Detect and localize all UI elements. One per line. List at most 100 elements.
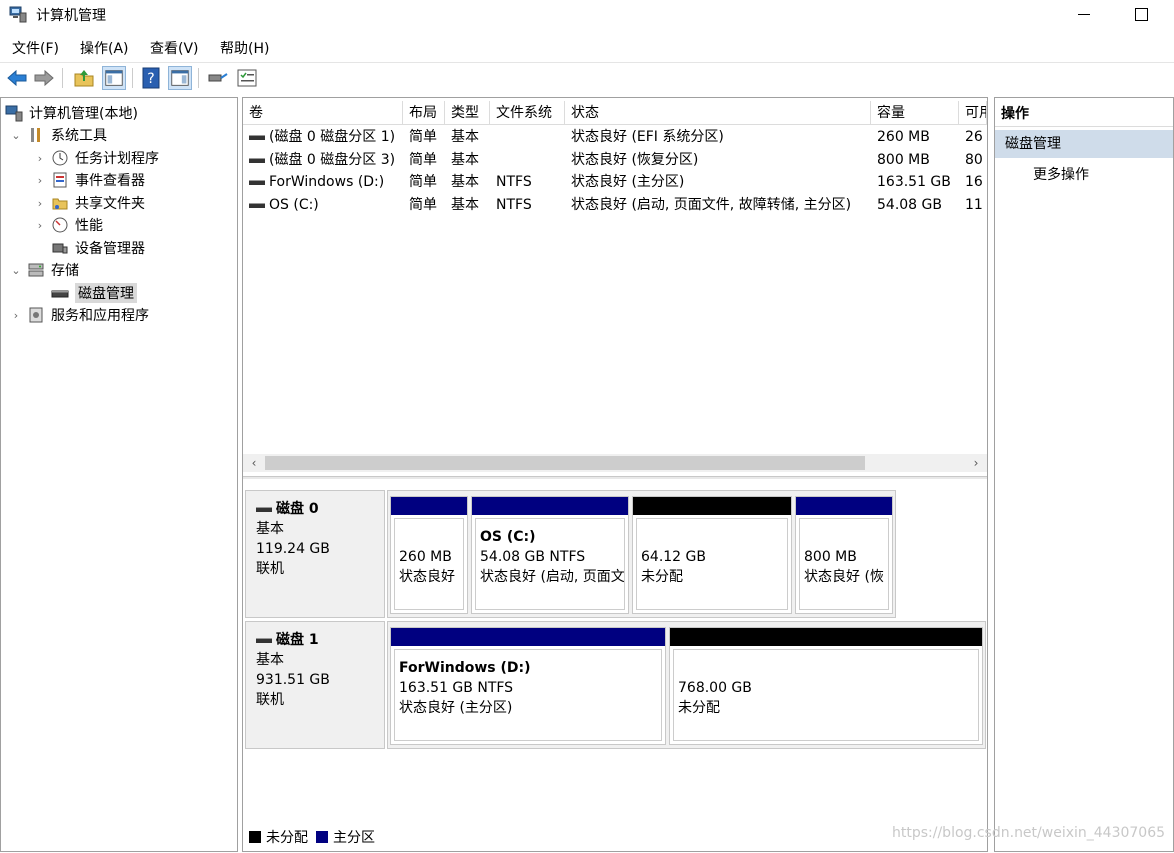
show-hide-tree-icon[interactable] [102, 66, 126, 90]
disk-management-pane: 卷 布局 类型 文件系统 状态 容量 可用 (磁盘 0 磁盘分区 1) 简单 基… [242, 97, 988, 852]
disk-size: 119.24 GB [256, 541, 330, 557]
menu-bar: 文件(F) 操作(A) 查看(V) 帮助(H) [0, 36, 1174, 58]
column-header-free[interactable]: 可用 [959, 101, 987, 125]
volume-row[interactable]: (磁盘 0 磁盘分区 3) 简单 基本 状态良好 (恢复分区) 800 MB 8… [243, 149, 987, 171]
capacity-cell: 260 MB [877, 129, 930, 145]
actions-section-disk-management[interactable]: 磁盘管理 [995, 130, 1173, 158]
chevron-down-icon[interactable]: ⌄ [9, 264, 23, 277]
partition-block[interactable]: 768.00 GB 未分配 [669, 627, 983, 745]
column-header-layout[interactable]: 布局 [403, 101, 445, 125]
tree-item-performance[interactable]: › 性能 [33, 214, 103, 236]
help-icon[interactable]: ? [139, 66, 163, 90]
window-title: 计算机管理 [36, 8, 106, 24]
menu-action[interactable]: 操作(A) [80, 38, 129, 58]
chevron-right-icon[interactable]: › [33, 197, 47, 210]
minimize-button[interactable] [1062, 0, 1108, 30]
tree-item-task-scheduler[interactable]: › 任务计划程序 [33, 147, 159, 169]
partition-block[interactable]: ForWindows (D:) 163.51 GB NTFS 状态良好 (主分区… [390, 627, 666, 745]
partition-bar [391, 628, 665, 646]
legend-label-primary: 主分区 [333, 830, 375, 846]
clock-icon [52, 150, 68, 166]
chevron-right-icon[interactable]: › [33, 219, 47, 232]
disk-state: 联机 [256, 561, 284, 577]
scroll-left-icon[interactable]: ‹ [245, 454, 263, 472]
scroll-right-icon[interactable]: › [967, 454, 985, 472]
tree-item-services-apps[interactable]: › 服务和应用程序 [9, 304, 149, 326]
filesystem-cell [490, 126, 565, 148]
up-folder-icon[interactable] [72, 66, 96, 90]
performance-gauge-icon [52, 217, 68, 233]
disk-name: 磁盘 1 [276, 632, 319, 648]
filesystem-cell [490, 149, 565, 171]
capacity-cell: 54.08 GB [877, 197, 942, 213]
filesystem-cell: NTFS [496, 197, 532, 213]
type-cell: 基本 [451, 197, 479, 213]
properties-icon[interactable] [235, 66, 259, 90]
type-cell: 基本 [451, 129, 479, 145]
free-cell: 16 [965, 174, 983, 190]
volume-row[interactable]: ForWindows (D:) 简单 基本 NTFS 状态良好 (主分区) 16… [243, 171, 987, 193]
menu-help[interactable]: 帮助(H) [220, 38, 269, 58]
chevron-right-icon[interactable]: › [9, 309, 23, 322]
partition-bar [472, 497, 628, 515]
partition-block[interactable]: 260 MB 状态良好 [390, 496, 468, 614]
toolbar: ? [0, 62, 1174, 92]
disk-0-partitions: 260 MB 状态良好 OS (C:) 54.08 GB NTFS 状态良好 (… [387, 490, 896, 618]
type-cell: 基本 [451, 152, 479, 168]
partition-block[interactable]: OS (C:) 54.08 GB NTFS 状态良好 (启动, 页面文 [471, 496, 629, 614]
tools-icon [31, 128, 40, 142]
actions-pane: 操作 磁盘管理 更多操作 [994, 97, 1174, 852]
tree-item-device-manager[interactable]: 设备管理器 [51, 237, 145, 259]
disk-name: 磁盘 0 [276, 501, 319, 517]
more-actions-link[interactable]: 更多操作 [1033, 164, 1089, 184]
maximize-button[interactable] [1118, 0, 1164, 30]
disk-1-label[interactable]: 磁盘 1 基本 931.51 GB 联机 [245, 621, 385, 749]
partition-block[interactable]: 800 MB 状态良好 (恢 [795, 496, 893, 614]
shared-folder-icon [52, 198, 68, 210]
disk-type: 基本 [256, 652, 284, 668]
show-hide-action-pane-icon[interactable] [168, 66, 192, 90]
disk-type: 基本 [256, 521, 284, 537]
column-header-volume[interactable]: 卷 [243, 101, 403, 125]
chevron-down-icon[interactable]: ⌄ [9, 129, 23, 142]
tree-item-label: 磁盘管理 [75, 283, 137, 303]
tree-item-system-tools[interactable]: ⌄ 系统工具 [9, 124, 107, 146]
tree-item-label: 服务和应用程序 [51, 308, 149, 324]
tree-item-label: 存储 [51, 263, 79, 279]
disk-size: 931.51 GB [256, 672, 330, 688]
partition-block[interactable]: 64.12 GB 未分配 [632, 496, 792, 614]
volume-row[interactable]: (磁盘 0 磁盘分区 1) 简单 基本 状态良好 (EFI 系统分区) 260 … [243, 126, 987, 148]
disk-volume-icon [249, 157, 265, 163]
watermark: https://blog.csdn.net/weixin_44307065 [892, 825, 1166, 841]
type-cell: 基本 [451, 174, 479, 190]
chevron-right-icon[interactable]: › [33, 174, 47, 187]
tree-item-label: 系统工具 [51, 128, 107, 144]
legend: 未分配 主分区 [249, 827, 383, 847]
menu-file[interactable]: 文件(F) [12, 38, 59, 58]
tree-item-shared-folders[interactable]: › 共享文件夹 [33, 192, 145, 214]
navigation-tree: 计算机管理(本地) ⌄ 系统工具 › 任务计划程序 › 事件查看器 › 共享文件… [0, 97, 238, 852]
disk-0-label[interactable]: 磁盘 0 基本 119.24 GB 联机 [245, 490, 385, 618]
horizontal-scrollbar[interactable]: ‹ › [243, 454, 987, 472]
svg-text:?: ? [147, 71, 154, 87]
column-header-capacity[interactable]: 容量 [871, 101, 959, 125]
scrollbar-thumb[interactable] [265, 456, 865, 470]
pane-splitter[interactable] [243, 476, 987, 479]
column-header-type[interactable]: 类型 [445, 101, 490, 125]
back-arrow-icon[interactable] [5, 66, 29, 90]
connect-icon[interactable] [206, 66, 230, 90]
tree-item-root[interactable]: 计算机管理(本地) [5, 102, 138, 124]
forward-arrow-icon[interactable] [32, 66, 56, 90]
volume-row[interactable]: OS (C:) 简单 基本 NTFS 状态良好 (启动, 页面文件, 故障转储,… [243, 194, 987, 216]
disk-volume-icon [249, 179, 265, 185]
tree-item-disk-management[interactable]: 磁盘管理 [51, 282, 137, 304]
column-header-filesystem[interactable]: 文件系统 [490, 101, 565, 125]
filesystem-cell: NTFS [496, 174, 532, 190]
legend-label-unallocated: 未分配 [266, 830, 308, 846]
disk-volume-icon [249, 134, 265, 140]
column-header-status[interactable]: 状态 [565, 101, 871, 125]
chevron-right-icon[interactable]: › [33, 152, 47, 165]
tree-item-event-viewer[interactable]: › 事件查看器 [33, 169, 145, 191]
tree-item-storage[interactable]: ⌄ 存储 [9, 259, 79, 281]
menu-view[interactable]: 查看(V) [150, 38, 199, 58]
